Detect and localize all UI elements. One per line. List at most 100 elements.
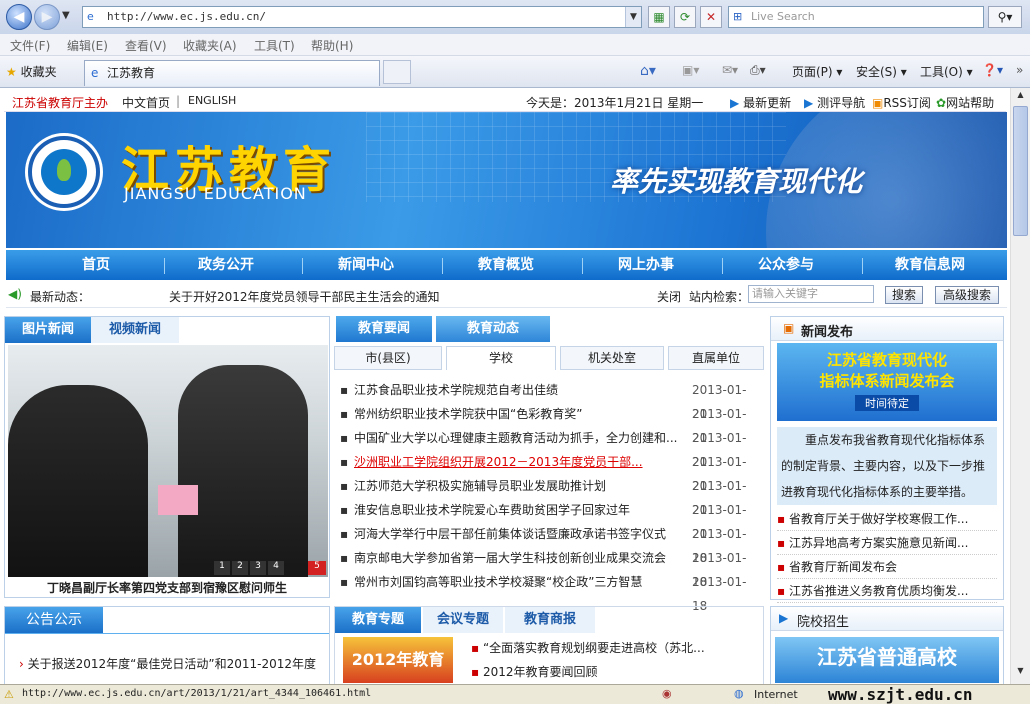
news-row[interactable]: ▪ 南京邮电大学参加省第一届大学生科技创新创业成果交流会 2013-01-18 (340, 546, 760, 589)
address-input[interactable]: e http://www.ec.js.edu.cn/ ▼ (82, 6, 642, 28)
site-search-input[interactable]: 请输入关键字 (748, 285, 874, 303)
press-item[interactable]: ▪ 江苏省推进义务教育优质均衡发... (777, 579, 997, 603)
news-row[interactable]: ▪ 江苏师范大学积极实施辅导员职业发展助推计划 2013-01-21 (340, 474, 760, 517)
scroll-thumb[interactable] (1013, 106, 1028, 236)
topic-image[interactable]: 2012年教育 (343, 637, 453, 683)
news-row[interactable]: ▪ 中国矿业大学以心理健康主题教育活动为抓手，全力创建和... 2013-01-21 (340, 426, 760, 469)
press-item[interactable]: ▪ 省教育厅新闻发布会 (777, 555, 997, 579)
home-link[interactable]: 中文首页 (122, 94, 170, 111)
press-title[interactable]: 新闻发布 (801, 321, 853, 340)
nav-online-services[interactable]: 网上办事 (576, 250, 716, 280)
address-dropdown-icon[interactable]: ▼ (625, 7, 641, 27)
compat-view-icon[interactable]: ▦ (648, 6, 670, 28)
admission-banner[interactable]: 江苏省普通高校 (775, 637, 999, 683)
menu-tools[interactable]: 工具(T) (254, 37, 295, 54)
topic-item-2[interactable]: ▪ 2012年教育要闻回顾 (471, 663, 761, 680)
news-title[interactable]: 中国矿业大学以心理健康主题教育活动为抓手，全力创建和... (354, 426, 684, 450)
print-icon[interactable]: ⎙▾ (750, 63, 766, 78)
latest-update-link[interactable]: ▶ 最新更新 (730, 94, 791, 111)
notice-item[interactable]: › 关于报送2012年度“最佳党日活动”和2011-2012年度 (19, 655, 325, 672)
tab-edu-topics[interactable]: 教育专题 (335, 607, 421, 633)
photo-page-3[interactable]: 3 (250, 561, 266, 575)
subtab-affiliated[interactable]: 直属单位 (668, 346, 764, 370)
press-item[interactable]: ▪ 省教育厅关于做好学校寒假工作... (777, 507, 997, 531)
news-row[interactable]: ▪ 沙洲职业工学院组织开展2012－2013年度党员干部... 2013-01-21 (340, 450, 760, 493)
news-title[interactable]: 沙洲职业工学院组织开展2012－2013年度党员干部... (354, 450, 684, 474)
favorites-button[interactable]: ★ 收藏夹 (6, 63, 57, 80)
photo-page-5[interactable]: 5 (308, 561, 326, 575)
tools-menu[interactable]: 工具(O) ▾ (920, 63, 973, 80)
news-row[interactable]: ▪ 江苏食品职业技术学院规范自考出佳绩 2013-01-21 (340, 378, 760, 421)
news-row[interactable]: ▪ 常州纺织职业技术学院获中国“色彩教育奖” 2013-01-21 (340, 402, 760, 445)
notice-title[interactable]: 公告公示 (5, 607, 103, 633)
photo-page-4[interactable]: 4 (268, 561, 284, 575)
news-photo[interactable]: 1 2 3 4 5 (8, 345, 328, 577)
menu-help[interactable]: 帮助(H) (311, 37, 353, 54)
scroll-up-icon[interactable]: ▲ (1013, 90, 1028, 104)
forward-button[interactable]: ▶ (34, 4, 60, 30)
scroll-down-icon[interactable]: ▼ (1013, 666, 1028, 680)
menu-view[interactable]: 查看(V) (125, 37, 167, 54)
subtab-city[interactable]: 市(县区) (334, 346, 442, 370)
subtab-school[interactable]: 学校 (446, 346, 556, 370)
news-title[interactable]: 淮安信息职业技术学院爱心车费助贫困学子回家过年 (354, 498, 684, 522)
nav-home[interactable]: 首页 (26, 250, 166, 280)
press-item[interactable]: ▪ 江苏异地高考方案实施意见新闻... (777, 531, 997, 555)
tab-video-news[interactable]: 视频新闻 (91, 317, 179, 343)
nav-overview[interactable]: 教育概览 (436, 250, 576, 280)
help-icon[interactable]: ❓▾ (982, 63, 1003, 77)
advanced-search-button[interactable]: 高级搜索 (935, 286, 999, 304)
news-title[interactable]: 南京邮电大学参加省第一届大学生科技创新创业成果交流会 (354, 546, 684, 570)
vertical-scrollbar[interactable]: ▲ ▼ (1010, 88, 1030, 684)
admission-title[interactable]: 院校招生 (797, 611, 849, 630)
home-icon[interactable]: ⌂▾ (640, 63, 656, 79)
press-banner[interactable]: 江苏省教育现代化 指标体系新闻发布会 时间待定 (777, 343, 997, 421)
news-row[interactable]: ▪ 河海大学举行中层干部任前集体谈话暨廉政承诺书签字仪式 2013-01-18 (340, 522, 760, 565)
mail-icon[interactable]: ✉▾ (722, 63, 738, 77)
safety-menu[interactable]: 安全(S) ▾ (856, 63, 907, 80)
assessment-nav-link[interactable]: ▶ 测评导航 (804, 94, 865, 111)
subtab-offices[interactable]: 机关处室 (560, 346, 664, 370)
tab-photo-news[interactable]: 图片新闻 (5, 317, 91, 343)
nav-public[interactable]: 公众参与 (716, 250, 856, 280)
site-help-link[interactable]: ✿网站帮助 (936, 94, 994, 111)
feeds-icon[interactable]: ▣▾ (682, 63, 699, 77)
topic-item-1[interactable]: ▪ “全面落实教育规划纲要走进高校（苏北... (471, 639, 761, 656)
english-link[interactable]: ENGLISH (188, 94, 236, 107)
news-title[interactable]: 常州市刘国钧高等职业技术学校凝聚“校企政”三方智慧 (354, 570, 684, 594)
tab-edu-updates[interactable]: 教育动态 (436, 316, 550, 342)
photo-caption[interactable]: 丁晓昌副厅长率第四党支部到宿豫区慰问师生 (5, 579, 329, 596)
menu-file[interactable]: 文件(F) (10, 37, 50, 54)
photo-page-1[interactable]: 1 (214, 561, 230, 575)
browser-tab[interactable]: e 江苏教育 (84, 60, 380, 86)
tab-edu-business[interactable]: 教育商报 (505, 607, 595, 633)
search-icon[interactable]: ⚲▾ (988, 6, 1022, 28)
latest-news-link[interactable]: 关于开好2012年度党员领导干部民主生活会的通知 (169, 288, 440, 305)
menu-favorites[interactable]: 收藏夹(A) (183, 37, 237, 54)
live-search-input[interactable]: ⊞ Live Search (728, 6, 984, 28)
privacy-icon[interactable]: ◉ (662, 687, 672, 700)
new-tab-button[interactable] (383, 60, 411, 84)
news-title[interactable]: 江苏食品职业技术学院规范自考出佳绩 (354, 378, 684, 402)
photo-page-2[interactable]: 2 (232, 561, 248, 575)
nav-news-center[interactable]: 新闻中心 (296, 250, 436, 280)
search-button[interactable]: 搜索 (885, 286, 923, 304)
tab-meeting-topics[interactable]: 会议专题 (423, 607, 503, 633)
history-dropdown-icon[interactable]: ▼ (62, 10, 70, 21)
close-ticker-link[interactable]: 关闭 (657, 288, 681, 305)
news-row[interactable]: ▪ 淮安信息职业技术学院爱心车费助贫困学子回家过年 2013-01-21 (340, 498, 760, 541)
nav-gov-affairs[interactable]: 政务公开 (156, 250, 296, 280)
news-title[interactable]: 河海大学举行中层干部任前集体谈话暨廉政承诺书签字仪式 (354, 522, 684, 546)
site-logo[interactable] (28, 136, 100, 208)
news-title[interactable]: 常州纺织职业技术学院获中国“色彩教育奖” (354, 402, 684, 426)
menu-edit[interactable]: 编辑(E) (67, 37, 108, 54)
refresh-icon[interactable]: ⟳ (674, 6, 696, 28)
back-button[interactable]: ◀ (6, 4, 32, 30)
toolbar-overflow-icon[interactable]: » (1016, 63, 1023, 77)
page-menu[interactable]: 页面(P) ▾ (792, 63, 842, 80)
rss-link[interactable]: ▣RSS订阅 (872, 94, 931, 111)
stop-icon[interactable]: ✕ (700, 6, 722, 28)
nav-info-net[interactable]: 教育信息网 (860, 250, 1000, 280)
news-title[interactable]: 江苏师范大学积极实施辅导员职业发展助推计划 (354, 474, 684, 498)
tab-edu-headlines[interactable]: 教育要闻 (336, 316, 432, 342)
